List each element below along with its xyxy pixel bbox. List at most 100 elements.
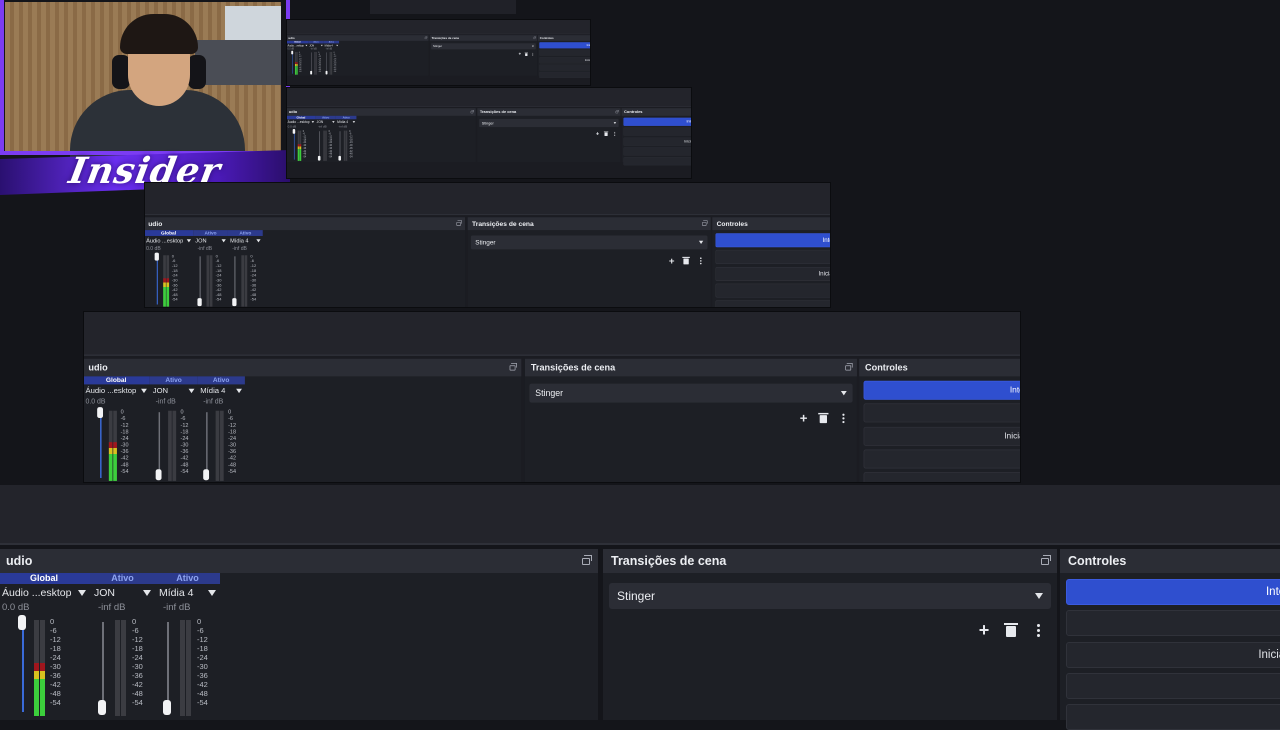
control-button[interactable]: Inter xyxy=(623,118,691,126)
control-button[interactable] xyxy=(864,449,1020,468)
channel-name-row[interactable]: Mídia 4 xyxy=(197,384,245,397)
dropdown-caret-icon[interactable] xyxy=(189,389,195,393)
control-button[interactable] xyxy=(1066,673,1280,699)
control-button[interactable]: Inter xyxy=(716,233,830,247)
volume-slider-track[interactable] xyxy=(294,131,295,159)
control-button[interactable] xyxy=(539,50,590,56)
channel-name-row[interactable]: Áudio ...esktop xyxy=(0,584,90,602)
channel-name-row[interactable]: Áudio ...esktop xyxy=(84,384,150,397)
channel-name-row[interactable]: Mídia 4 xyxy=(155,584,220,602)
channel-badge[interactable]: Ativo xyxy=(155,573,220,584)
control-button[interactable] xyxy=(1066,610,1280,636)
dropdown-caret-icon[interactable] xyxy=(208,590,216,596)
volume-slider-knob[interactable] xyxy=(291,51,293,55)
transition-select[interactable]: Stinger xyxy=(431,43,536,49)
channel-badge[interactable]: Global xyxy=(84,376,150,384)
volume-slider-track[interactable] xyxy=(159,412,160,478)
control-button[interactable] xyxy=(539,72,590,78)
transition-select[interactable]: Stinger xyxy=(471,235,708,249)
volume-slider-knob[interactable] xyxy=(18,615,26,630)
volume-slider-knob[interactable] xyxy=(197,298,201,306)
more-options-icon[interactable] xyxy=(612,131,618,137)
transition-select[interactable]: Stinger xyxy=(609,583,1051,609)
control-button[interactable]: Iniciar xyxy=(1066,642,1280,668)
channel-badge[interactable]: Ativo xyxy=(197,376,245,384)
volume-slider-knob[interactable] xyxy=(293,129,296,134)
undock-icon[interactable] xyxy=(456,222,460,226)
dropdown-caret-icon[interactable] xyxy=(332,121,335,123)
trash-icon[interactable] xyxy=(681,256,691,266)
volume-slider-knob[interactable] xyxy=(318,156,321,161)
trash-icon[interactable] xyxy=(817,411,830,424)
add-icon[interactable]: + xyxy=(975,621,993,639)
undock-icon[interactable] xyxy=(845,365,851,370)
undock-icon[interactable] xyxy=(510,365,516,370)
undock-icon[interactable] xyxy=(616,111,619,113)
dropdown-caret-icon[interactable] xyxy=(143,590,151,596)
dropdown-caret-icon[interactable] xyxy=(312,121,315,123)
control-button[interactable] xyxy=(623,157,691,165)
volume-slider-track[interactable] xyxy=(167,622,169,712)
control-button[interactable]: Iniciar xyxy=(623,138,691,146)
dropdown-caret-icon[interactable] xyxy=(187,239,191,242)
more-options-icon[interactable] xyxy=(696,256,706,266)
dropdown-caret-icon[interactable] xyxy=(353,121,356,123)
channel-badge[interactable]: Ativo xyxy=(150,376,198,384)
control-button[interactable] xyxy=(716,250,830,264)
channel-name-row[interactable]: Mídia 4 xyxy=(228,236,263,246)
undock-icon[interactable] xyxy=(702,222,706,226)
control-button[interactable] xyxy=(864,472,1020,482)
control-button[interactable] xyxy=(716,284,830,298)
dropdown-caret-icon[interactable] xyxy=(222,239,226,242)
channel-name-row[interactable]: Áudio ...esktop xyxy=(145,236,193,246)
control-button[interactable]: Iniciar xyxy=(716,267,830,281)
volume-slider-knob[interactable] xyxy=(97,407,103,418)
control-button[interactable]: Inter xyxy=(864,381,1020,400)
dropdown-caret-icon[interactable] xyxy=(78,590,86,596)
volume-slider-track[interactable] xyxy=(157,256,158,304)
undock-icon[interactable] xyxy=(1041,558,1049,565)
trash-icon[interactable] xyxy=(524,52,528,56)
trash-icon[interactable] xyxy=(603,131,609,137)
undock-icon[interactable] xyxy=(425,37,427,39)
undock-icon[interactable] xyxy=(533,37,535,39)
volume-slider-knob[interactable] xyxy=(203,469,209,480)
control-button[interactable] xyxy=(623,127,691,135)
more-options-icon[interactable] xyxy=(837,411,850,424)
add-icon[interactable]: + xyxy=(667,256,677,266)
dropdown-caret-icon[interactable] xyxy=(336,45,338,46)
undock-icon[interactable] xyxy=(582,558,590,565)
control-button[interactable] xyxy=(1066,704,1280,730)
more-options-icon[interactable] xyxy=(1029,621,1047,639)
trash-icon[interactable] xyxy=(1002,621,1020,639)
add-icon[interactable]: + xyxy=(518,52,522,56)
volume-slider-knob[interactable] xyxy=(155,253,159,261)
more-options-icon[interactable] xyxy=(531,52,535,56)
control-button[interactable]: Iniciar xyxy=(539,57,590,63)
control-button[interactable] xyxy=(539,64,590,70)
dropdown-caret-icon[interactable] xyxy=(321,45,323,46)
control-button[interactable]: Inter xyxy=(1066,579,1280,605)
volume-slider-track[interactable] xyxy=(22,622,24,712)
channel-badge[interactable]: Ativo xyxy=(90,573,155,584)
volume-slider-track[interactable] xyxy=(102,622,104,712)
control-button[interactable]: Inter xyxy=(539,42,590,48)
channel-name-row[interactable]: JON xyxy=(150,384,198,397)
volume-slider-track[interactable] xyxy=(206,412,207,478)
transition-select[interactable]: Stinger xyxy=(529,384,852,403)
dropdown-caret-icon[interactable] xyxy=(305,45,307,46)
transition-select[interactable]: Stinger xyxy=(479,119,618,127)
volume-slider-knob[interactable] xyxy=(232,298,236,306)
volume-slider-knob[interactable] xyxy=(310,71,312,75)
volume-slider-track[interactable] xyxy=(100,412,101,478)
volume-slider-knob[interactable] xyxy=(163,700,171,715)
dropdown-caret-icon[interactable] xyxy=(141,389,147,393)
channel-name-row[interactable]: JON xyxy=(193,236,228,246)
volume-slider-knob[interactable] xyxy=(156,469,162,480)
channel-badge[interactable]: Global xyxy=(0,573,90,584)
volume-slider-knob[interactable] xyxy=(98,700,106,715)
dropdown-caret-icon[interactable] xyxy=(256,239,260,242)
volume-slider-knob[interactable] xyxy=(338,156,341,161)
volume-slider-knob[interactable] xyxy=(326,71,328,75)
add-icon[interactable]: + xyxy=(797,411,810,424)
